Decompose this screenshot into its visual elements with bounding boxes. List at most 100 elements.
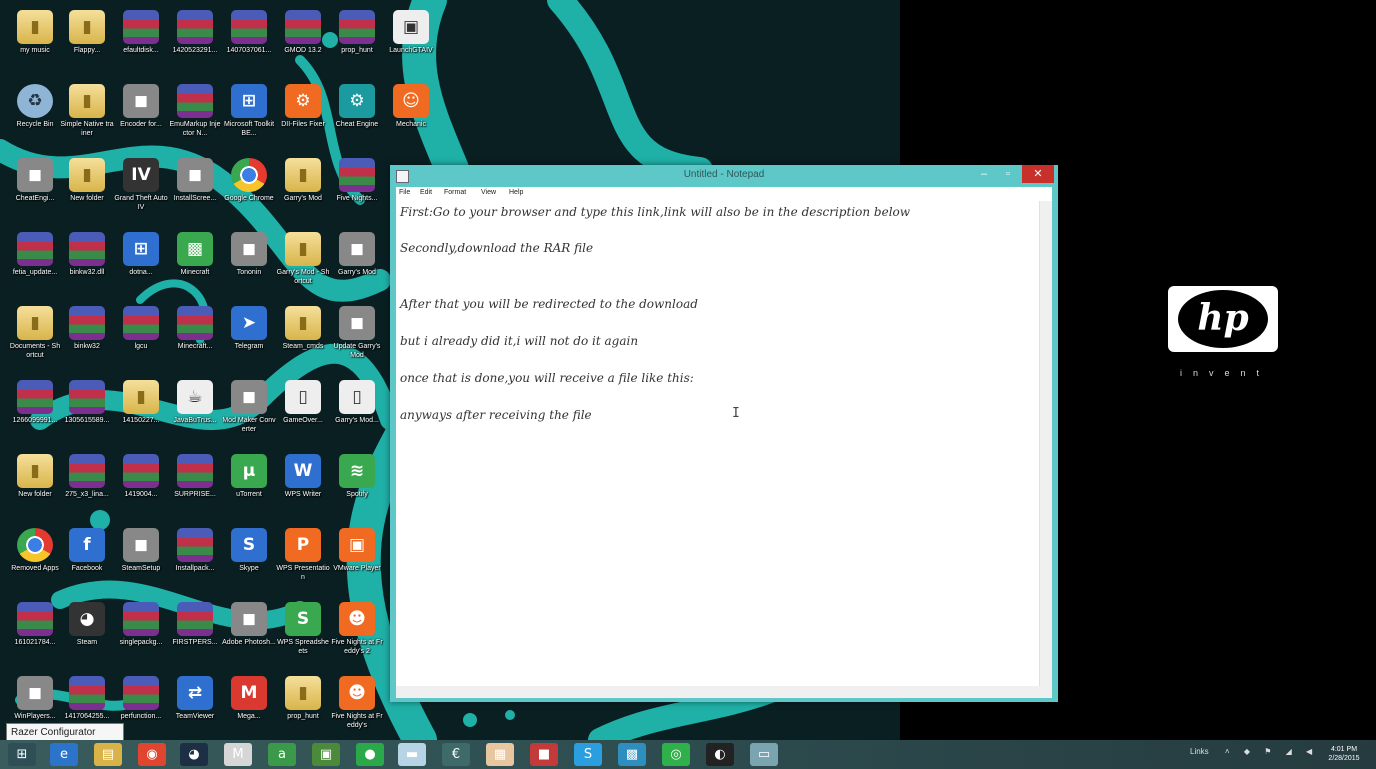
- desktop-shortcut[interactable]: ▮ Garry's Mod - Shortcut: [276, 228, 330, 296]
- desktop-shortcut[interactable]: ⇄ TeamViewer: [168, 672, 222, 740]
- notepad-text-area[interactable]: First:Go to your browser and type this l…: [396, 201, 1052, 686]
- gmail-icon[interactable]: M: [224, 743, 252, 766]
- app-green-icon[interactable]: a: [268, 743, 296, 766]
- desktop-shortcut[interactable]: ⊞ Microsoft Toolkit BE...: [222, 80, 276, 148]
- tray-links-label[interactable]: Links: [1190, 747, 1209, 756]
- desktop-shortcut[interactable]: prop_hunt: [330, 6, 384, 74]
- spotify-icon[interactable]: ◎: [662, 743, 690, 766]
- taskbar-clock[interactable]: 4:01 PM 2/28/2015: [1318, 745, 1370, 763]
- desktop-shortcut[interactable]: ◼ Adobe Photosh...: [222, 598, 276, 666]
- desktop-shortcut[interactable]: 275_x3_lina...: [60, 450, 114, 518]
- app-photo-icon[interactable]: ▣: [312, 743, 340, 766]
- desktop-shortcut[interactable]: µ uTorrent: [222, 450, 276, 518]
- camtasia-icon[interactable]: €: [442, 743, 470, 766]
- desktop-shortcut[interactable]: ◕ Steam: [60, 598, 114, 666]
- notepad-window[interactable]: Untitled - Notepad – ▫ ✕ File Edit Forma…: [390, 165, 1058, 702]
- desktop-shortcut[interactable]: 1407037061...: [222, 6, 276, 74]
- desktop-shortcut[interactable]: S Skype: [222, 524, 276, 592]
- menu-edit[interactable]: Edit: [420, 189, 432, 196]
- notepad-icon[interactable]: ▬: [398, 743, 426, 766]
- internet-explorer-icon[interactable]: e: [50, 743, 78, 766]
- desktop-shortcut[interactable]: ♻ Recycle Bin: [8, 80, 62, 148]
- desktop-shortcut[interactable]: ▮ my music: [8, 6, 62, 74]
- skype-icon[interactable]: S: [574, 743, 602, 766]
- vertical-scrollbar[interactable]: [1039, 201, 1052, 686]
- desktop-shortcut[interactable]: Five Nights...: [330, 154, 384, 222]
- desktop-shortcut[interactable]: ▮ Documents - Shortcut: [8, 302, 62, 370]
- desktop-shortcut[interactable]: ◼ Encoder for...: [114, 80, 168, 148]
- desktop-shortcut[interactable]: f Facebook: [60, 524, 114, 592]
- desktop-shortcut[interactable]: ☕ JavaBuTrus...: [168, 376, 222, 444]
- desktop-shortcut[interactable]: binkw32: [60, 302, 114, 370]
- desktop-shortcut[interactable]: FIRSTPERS...: [168, 598, 222, 666]
- desktop-shortcut[interactable]: binkw32.dll: [60, 228, 114, 296]
- desktop-shortcut[interactable]: ▮ New folder: [60, 154, 114, 222]
- desktop-shortcut[interactable]: lgcu: [114, 302, 168, 370]
- obs-icon[interactable]: ◐: [706, 743, 734, 766]
- desktop-shortcut[interactable]: ⊞ dotna...: [114, 228, 168, 296]
- desktop-shortcut[interactable]: GMOD 13.2: [276, 6, 330, 74]
- desktop-shortcut[interactable]: efaultdisk...: [114, 6, 168, 74]
- desktop-shortcut[interactable]: 1420523291...: [168, 6, 222, 74]
- desktop-shortcut[interactable]: ▮ Steam_cmds: [276, 302, 330, 370]
- notepad-title-bar[interactable]: Untitled - Notepad – ▫ ✕: [390, 165, 1058, 187]
- tray-icons[interactable]: ˄ ◆ ⚑ ◢ ◀: [1225, 747, 1318, 756]
- desktop-shortcut[interactable]: Minecraft...: [168, 302, 222, 370]
- desktop-shortcut[interactable]: M Mega...: [222, 672, 276, 740]
- desktop-shortcut[interactable]: ◼ SteamSetup: [114, 524, 168, 592]
- menu-file[interactable]: File: [399, 189, 410, 196]
- desktop-shortcut[interactable]: 161021784...: [8, 598, 62, 666]
- desktop-shortcut[interactable]: ⚙ DII-Files Fixer: [276, 80, 330, 148]
- desktop-shortcut[interactable]: 1419004...: [114, 450, 168, 518]
- desktop-shortcut[interactable]: ▮ prop_hunt: [276, 672, 330, 740]
- desktop-shortcut[interactable]: ◉ Removed Apps: [8, 524, 62, 592]
- desktop-shortcut[interactable]: Installpack...: [168, 524, 222, 592]
- desktop-shortcut[interactable]: ▣ VMware Player: [330, 524, 384, 592]
- photos-icon[interactable]: ▩: [618, 743, 646, 766]
- desktop-shortcut[interactable]: ≋ Spotify: [330, 450, 384, 518]
- minimize-button[interactable]: –: [972, 165, 996, 183]
- desktop-shortcut[interactable]: ▮ Simple Native trainer: [60, 80, 114, 148]
- desktop-shortcut[interactable]: IV Grand Theft Auto IV: [114, 154, 168, 222]
- desktop-shortcut[interactable]: fetia_update...: [8, 228, 62, 296]
- calendar-icon[interactable]: ▦: [486, 743, 514, 766]
- desktop-shortcut[interactable]: ☻ Five Nights at Freddy's: [330, 672, 384, 740]
- system-tray[interactable]: Links ˄ ◆ ⚑ ◢ ◀: [1190, 747, 1318, 756]
- menu-view[interactable]: View: [481, 189, 496, 196]
- desktop-shortcut[interactable]: ◼ Garry's Mod: [330, 228, 384, 296]
- desktop-shortcut[interactable]: ◼ Mod Maker Converter: [222, 376, 276, 444]
- desktop-shortcut[interactable]: ☺ Mechanic: [384, 80, 438, 148]
- desktop-shortcut[interactable]: 1305615589...: [60, 376, 114, 444]
- horizontal-scrollbar[interactable]: [396, 686, 1052, 698]
- chrome-icon[interactable]: ◉: [138, 743, 166, 766]
- desktop-shortcut[interactable]: ▮ Flappy...: [60, 6, 114, 74]
- app-red-icon[interactable]: ■: [530, 743, 558, 766]
- desktop-shortcut[interactable]: singlepackg...: [114, 598, 168, 666]
- desktop-shortcut[interactable]: ➤ Telegram: [222, 302, 276, 370]
- desktop-shortcut[interactable]: ▩ Minecraft: [168, 228, 222, 296]
- app-round-icon[interactable]: ●: [356, 743, 384, 766]
- desktop-shortcut[interactable]: ☻ Five Nights at Freddy's 2: [330, 598, 384, 666]
- desktop-shortcut[interactable]: ▯ Garry's Mod...: [330, 376, 384, 444]
- desktop-shortcut[interactable]: ▮ Garry's Mod: [276, 154, 330, 222]
- desktop-shortcut[interactable]: S WPS Spreadsheets: [276, 598, 330, 666]
- maximize-button[interactable]: ▫: [996, 165, 1020, 183]
- menu-format[interactable]: Format: [444, 189, 466, 196]
- desktop-shortcut[interactable]: ◼ Update Garry's Mod: [330, 302, 384, 370]
- windows-start-icon[interactable]: ⊞: [8, 743, 36, 766]
- steam-icon[interactable]: ◕: [180, 743, 208, 766]
- desktop-shortcut[interactable]: P WPS Presentation: [276, 524, 330, 592]
- desktop-shortcut[interactable]: ⚙ Cheat Engine: [330, 80, 384, 148]
- desktop-shortcut[interactable]: EmuMarkup Injector N...: [168, 80, 222, 148]
- desktop-shortcut[interactable]: ▮ New folder: [8, 450, 62, 518]
- desktop-shortcut[interactable]: ◉ Google Chrome: [222, 154, 276, 222]
- desktop-shortcut[interactable]: ◼ InstallScree...: [168, 154, 222, 222]
- file-explorer-icon[interactable]: ▤: [94, 743, 122, 766]
- notepad-active-icon[interactable]: ▭: [750, 743, 778, 766]
- desktop-shortcut[interactable]: ▣ LaunchGTAIV: [384, 6, 438, 74]
- desktop-shortcut[interactable]: 1266099991...: [8, 376, 62, 444]
- desktop-shortcut[interactable]: ▯ GameOver...: [276, 376, 330, 444]
- desktop-shortcut[interactable]: SURPRISE...: [168, 450, 222, 518]
- close-button[interactable]: ✕: [1022, 165, 1054, 183]
- menu-help[interactable]: Help: [509, 189, 523, 196]
